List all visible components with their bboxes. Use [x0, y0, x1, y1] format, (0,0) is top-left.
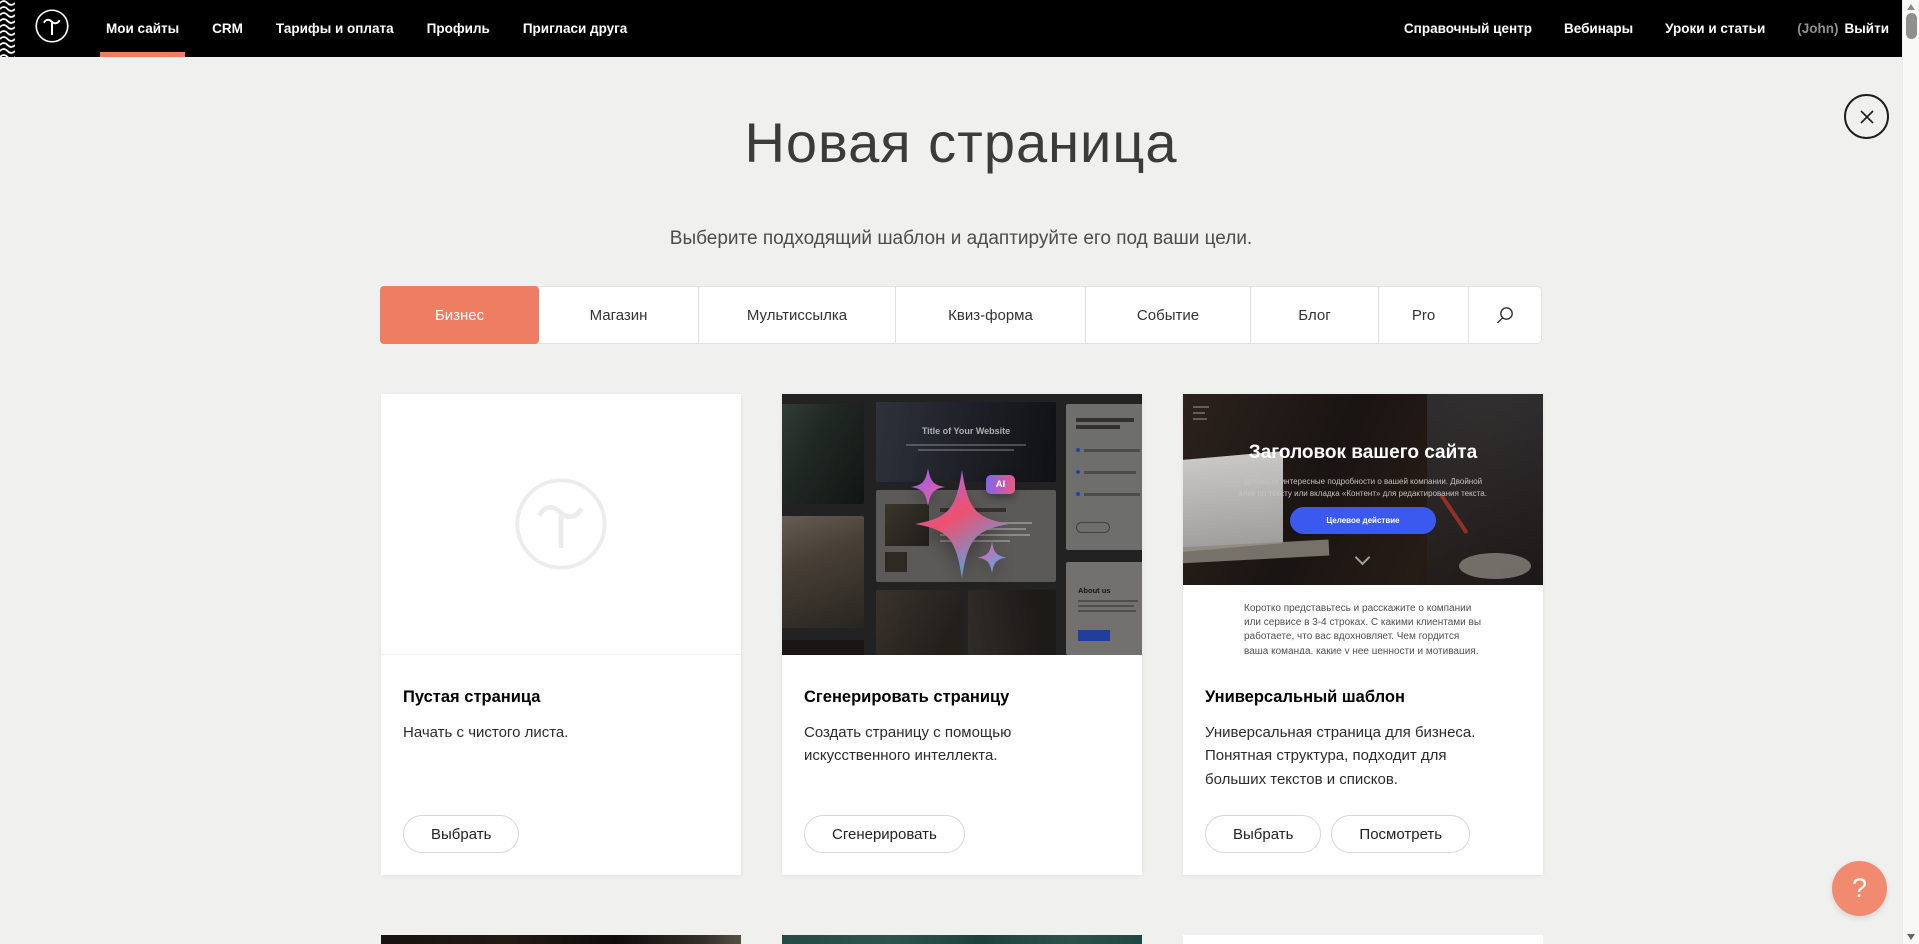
card-title: Пустая страница [403, 688, 719, 707]
template-body-text: Коротко представьтесь и расскажите о ком… [1244, 602, 1482, 654]
user-name: (John) [1797, 0, 1838, 57]
tab-search[interactable] [1469, 287, 1540, 343]
template-hero: Заголовок вашего сайта Добавьте интересн… [1183, 394, 1543, 585]
card-actions: Сгенерировать [804, 815, 965, 853]
nav-logout[interactable]: (John) Выйти [1797, 0, 1889, 57]
logout-label: Выйти [1845, 0, 1890, 57]
photo-laptop [1183, 451, 1283, 553]
close-modal-button[interactable] [1844, 94, 1889, 139]
wave-pattern-icon [0, 0, 15, 57]
nav-help-center[interactable]: Справочный центр [1404, 0, 1532, 57]
page-new-template-modal: Мои сайты CRM Тарифы и оплата Профиль Пр… [0, 0, 1919, 944]
tab-pro-label: Pro [1412, 307, 1435, 324]
card-description: Создать страницу с помощью искусственног… [804, 721, 1104, 768]
scrollbar[interactable] [1902, 0, 1919, 944]
mini-menu-line [1193, 418, 1207, 420]
card-body: Пустая страница Начать с чистого листа. … [381, 655, 741, 875]
card-title: Универсальный шаблон [1205, 688, 1521, 707]
ai-preview-collage: Title of Your Website [782, 394, 1142, 655]
photo-cup [1459, 553, 1531, 579]
card-body: Универсальный шаблон Универсальная стран… [1183, 655, 1543, 875]
tilda-watermark-icon [513, 476, 609, 572]
card-next-row-1[interactable] [381, 935, 741, 944]
tab-business[interactable]: Бизнес [380, 286, 539, 344]
tab-blog-label: Блог [1298, 307, 1330, 324]
template-cards-row-2 [381, 935, 1543, 944]
nav-crm-label: CRM [212, 21, 243, 36]
nav-webinars[interactable]: Вебинары [1564, 0, 1633, 57]
nav-lessons[interactable]: Уроки и статьи [1665, 0, 1765, 57]
close-icon [1857, 107, 1877, 127]
tab-business-label: Бизнес [435, 307, 484, 324]
card-description: Начать с чистого листа. [403, 721, 703, 744]
card-next-row-2[interactable] [782, 935, 1142, 944]
card-next-row-3[interactable] [1183, 935, 1543, 944]
nav-tariffs[interactable]: Тарифы и оплата [276, 0, 394, 57]
mini-menu-line [1193, 406, 1209, 408]
template-hero-subtitle: Добавьте интересные подробности о вашей … [1238, 476, 1488, 501]
scrollbar-up-arrow-icon[interactable] [1907, 4, 1915, 10]
nav-invite-friend-label: Пригласи друга [523, 21, 627, 36]
card-body: Сгенерировать страницу Создать страницу … [782, 655, 1142, 875]
template-preview-screenshot: Заголовок вашего сайта Добавьте интересн… [1183, 394, 1543, 655]
template-cards-row: Пустая страница Начать с чистого листа. … [381, 394, 1543, 875]
scrollbar-down-arrow-icon[interactable] [1907, 934, 1915, 940]
nav-webinars-label: Вебинары [1564, 21, 1633, 36]
template-hero-title: Заголовок вашего сайта [1183, 442, 1543, 464]
tab-pro[interactable]: Pro [1379, 287, 1469, 343]
nav-profile-label: Профиль [427, 21, 490, 36]
tilda-logo-icon[interactable] [34, 8, 70, 44]
card-description: Универсальная страница для бизнеса. Поня… [1205, 721, 1505, 791]
nav-my-sites[interactable]: Мои сайты [106, 0, 179, 57]
tab-event-label: Событие [1137, 307, 1199, 324]
tab-blog[interactable]: Блог [1251, 287, 1379, 343]
choose-button[interactable]: Выбрать [1205, 815, 1321, 853]
nav-lessons-label: Уроки и статьи [1665, 21, 1765, 36]
page-title: Новая страница [381, 110, 1541, 175]
help-button[interactable]: ? [1832, 861, 1887, 916]
generate-button[interactable]: Сгенерировать [804, 815, 965, 853]
nav-help-center-label: Справочный центр [1404, 21, 1532, 36]
scrollbar-thumb[interactable] [1906, 13, 1917, 39]
blank-page-preview [381, 394, 741, 655]
tab-quiz[interactable]: Квиз-форма [896, 287, 1086, 343]
view-button[interactable]: Посмотреть [1331, 815, 1470, 853]
chevron-down-icon [1355, 550, 1371, 566]
nav-invite-friend[interactable]: Пригласи друга [523, 0, 627, 57]
tab-multilink-label: Мультиссылка [747, 307, 847, 324]
card-blank-page: Пустая страница Начать с чистого листа. … [381, 394, 741, 875]
ai-sparkle-icon [782, 394, 1142, 655]
card-title: Сгенерировать страницу [804, 688, 1120, 707]
nav-profile[interactable]: Профиль [427, 0, 490, 57]
main-menu: Мои сайты CRM Тарифы и оплата Профиль Пр… [106, 0, 627, 57]
tab-store[interactable]: Магазин [539, 287, 699, 343]
card-universal-template: Заголовок вашего сайта Добавьте интересн… [1183, 394, 1543, 875]
card-actions: Выбрать Посмотреть [1205, 815, 1470, 853]
page-subtitle: Выберите подходящий шаблон и адаптируйте… [381, 228, 1541, 250]
choose-button[interactable]: Выбрать [403, 815, 519, 853]
active-nav-underline [100, 52, 185, 57]
tab-event[interactable]: Событие [1086, 287, 1251, 343]
ai-badge: AI [986, 475, 1015, 494]
template-category-tabs: Бизнес Магазин Мультиссылка Квиз-форма С… [381, 287, 1541, 343]
card-actions: Выбрать [403, 815, 519, 853]
top-navbar: Мои сайты CRM Тарифы и оплата Профиль Пр… [0, 0, 1919, 57]
tab-multilink[interactable]: Мультиссылка [699, 287, 896, 343]
nav-my-sites-label: Мои сайты [106, 21, 179, 36]
nav-crm[interactable]: CRM [212, 0, 243, 57]
card-ai-generate: Title of Your Website [782, 394, 1142, 875]
secondary-menu: Справочный центр Вебинары Уроки и статьи… [1404, 0, 1889, 57]
nav-tariffs-label: Тарифы и оплата [276, 21, 394, 36]
tab-quiz-label: Квиз-форма [948, 307, 1033, 324]
tab-store-label: Магазин [590, 307, 648, 324]
template-cta-button: Целевое действие [1290, 507, 1436, 534]
template-body: Коротко представьтесь и расскажите о ком… [1183, 585, 1543, 655]
mini-menu-line [1193, 412, 1205, 414]
search-icon [1495, 306, 1514, 325]
